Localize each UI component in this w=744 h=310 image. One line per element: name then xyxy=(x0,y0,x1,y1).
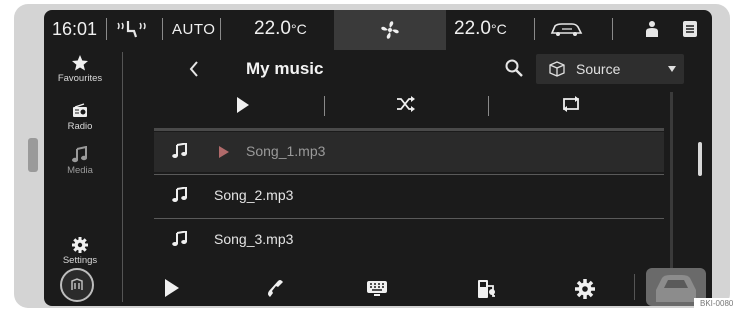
status-bar: 16:01 AUTO 22.0°C 22.0°C xyxy=(44,10,712,50)
music-app-icon xyxy=(71,278,83,290)
page-title: My music xyxy=(246,59,324,78)
document-icon[interactable] xyxy=(682,20,698,38)
list-item[interactable]: Song_1.mp3 xyxy=(154,132,664,172)
separator xyxy=(122,274,123,300)
repeat-icon[interactable] xyxy=(560,96,582,112)
search-icon[interactable] xyxy=(504,58,524,78)
side-divider xyxy=(122,52,123,302)
song-name: Song_3.mp3 xyxy=(214,231,294,247)
clock: 16:01 xyxy=(52,19,98,39)
scrollbar[interactable] xyxy=(670,92,673,268)
separator xyxy=(612,18,613,40)
climate-auto-button[interactable]: AUTO xyxy=(172,21,215,38)
song-name: Song_1.mp3 xyxy=(246,143,326,159)
gear-icon xyxy=(72,237,88,253)
temperature-left[interactable]: 22.0°C xyxy=(254,18,307,40)
play-icon[interactable] xyxy=(236,96,250,114)
list-item[interactable]: Song_2.mp3 xyxy=(154,176,664,216)
person-icon[interactable] xyxy=(644,20,660,38)
sidebar-item-label: Media xyxy=(67,165,93,176)
seat-heating-icon[interactable] xyxy=(114,19,148,39)
fan-button[interactable] xyxy=(334,10,446,50)
row-divider xyxy=(154,174,664,175)
fuel-icon[interactable] xyxy=(476,278,498,300)
separator xyxy=(106,18,107,40)
list-item[interactable]: Song_3.mp3 xyxy=(154,220,664,260)
separator xyxy=(534,18,535,40)
back-icon[interactable] xyxy=(188,60,200,78)
music-note-icon xyxy=(172,231,187,246)
phone-icon[interactable] xyxy=(266,278,286,298)
fan-icon xyxy=(381,21,399,39)
source-label: Source xyxy=(576,61,621,77)
now-playing-icon xyxy=(219,146,229,158)
sidebar-item-label: Favourites xyxy=(57,73,103,84)
shuffle-icon[interactable] xyxy=(396,96,416,112)
sidebar-item-label: Settings xyxy=(62,255,98,266)
separator xyxy=(220,18,221,40)
radio-icon xyxy=(73,103,87,117)
sidebar-item-media[interactable]: Media xyxy=(44,146,116,176)
bottom-dock xyxy=(116,272,712,306)
scroll-thumb[interactable] xyxy=(698,142,702,176)
list-divider xyxy=(154,128,664,131)
sidebar-item-favourites[interactable]: Favourites xyxy=(44,54,116,84)
song-name: Song_2.mp3 xyxy=(214,187,294,203)
separator xyxy=(488,96,489,116)
row-divider xyxy=(154,218,664,219)
music-note-icon xyxy=(72,146,87,163)
sidebar-item-settings[interactable]: Settings xyxy=(44,236,116,266)
media-header: My music Source xyxy=(154,54,684,84)
separator xyxy=(324,96,325,116)
separator xyxy=(634,274,635,300)
bezel-notch xyxy=(28,138,38,172)
source-icon xyxy=(549,61,565,77)
music-note-icon xyxy=(172,143,187,158)
playback-controls xyxy=(154,92,664,122)
star-icon xyxy=(72,55,88,71)
music-app-button[interactable] xyxy=(60,268,94,302)
gear-icon[interactable] xyxy=(574,278,596,300)
source-dropdown[interactable]: Source xyxy=(536,54,684,84)
keyboard-icon[interactable] xyxy=(366,278,388,298)
infotainment-screen: 16:01 AUTO 22.0°C 22.0°C Favourites Radi… xyxy=(44,10,712,306)
separator xyxy=(162,18,163,40)
sidebar-item-radio[interactable]: Radio xyxy=(44,102,116,132)
car-icon[interactable] xyxy=(548,20,584,38)
music-note-icon xyxy=(172,187,187,202)
image-code: BKI-0080 xyxy=(694,298,744,310)
temperature-right[interactable]: 22.0°C xyxy=(454,18,507,40)
chevron-down-icon xyxy=(668,66,676,72)
sidebar-item-label: Radio xyxy=(67,121,93,132)
play-icon[interactable] xyxy=(164,278,180,298)
